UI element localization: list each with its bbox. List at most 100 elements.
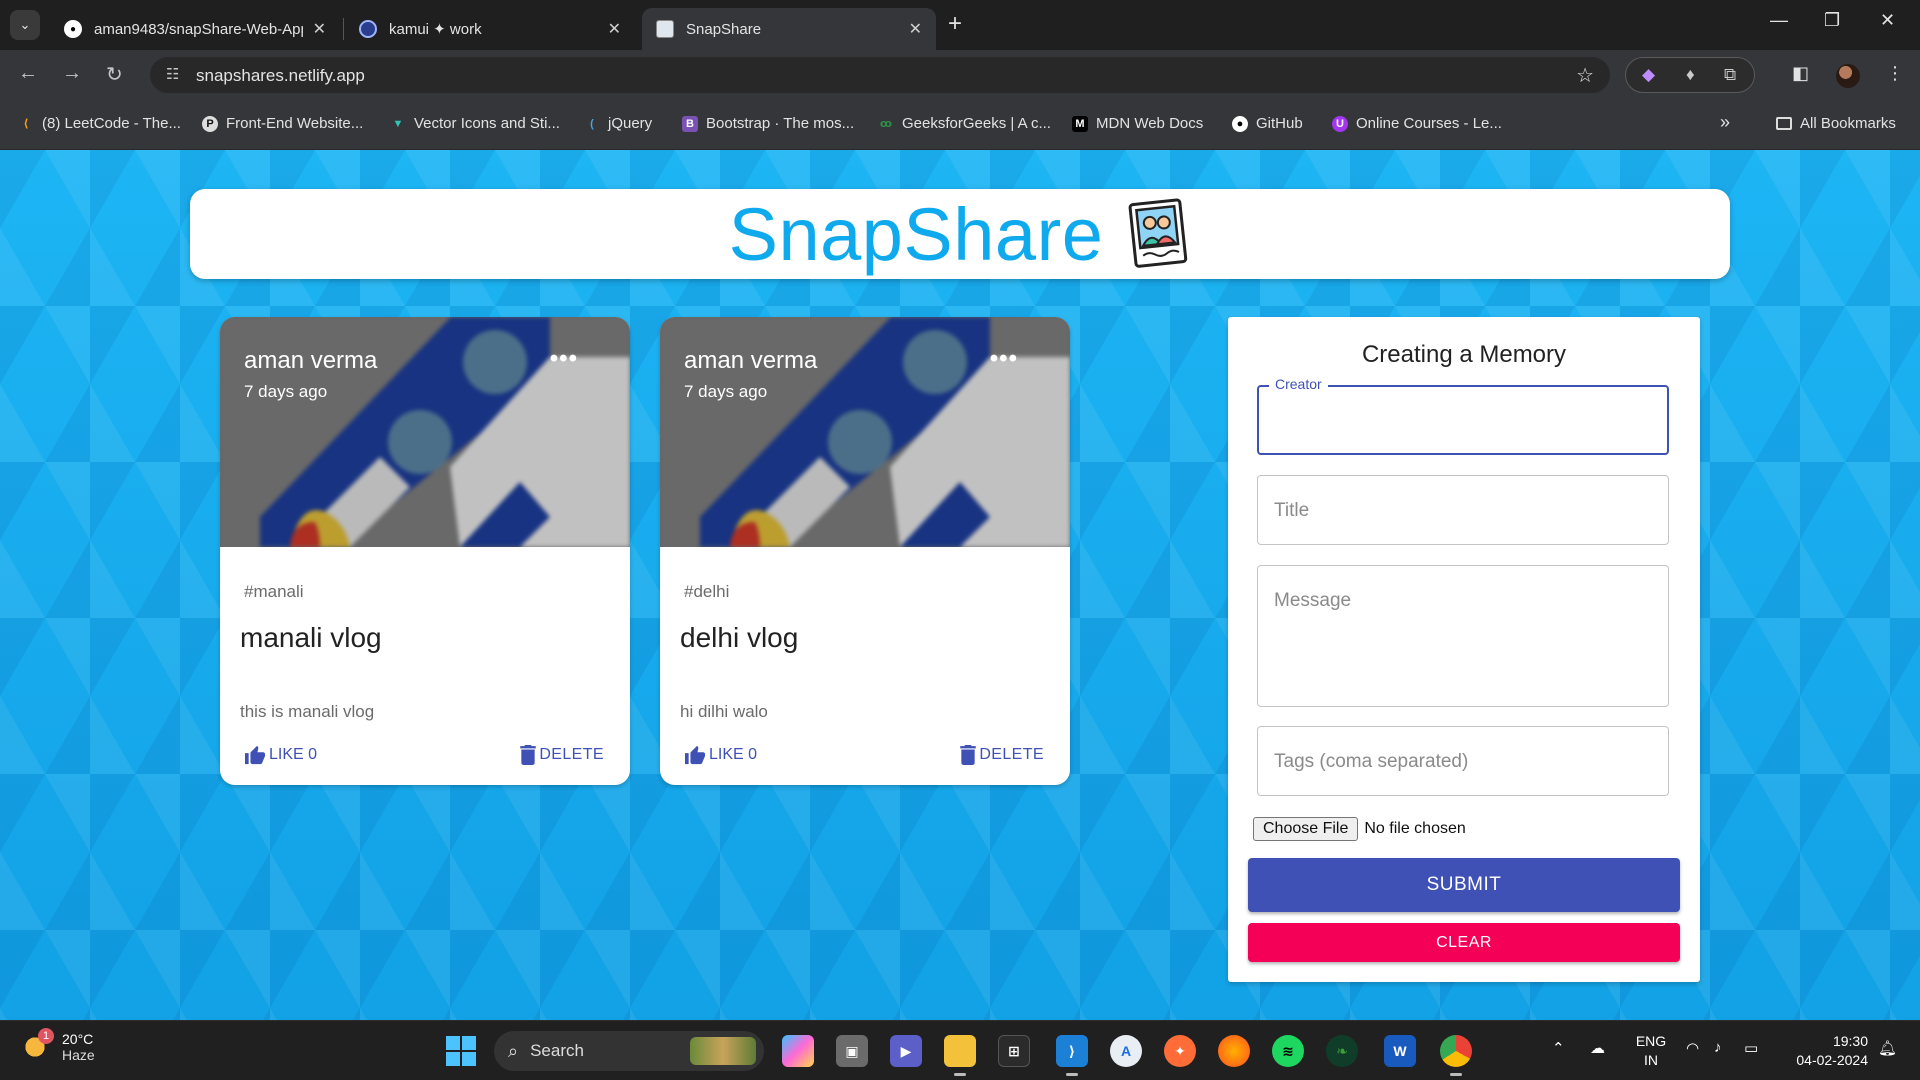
- bookmark-leetcode[interactable]: ⟨ (8) LeetCode - The...: [18, 115, 180, 132]
- thumb-up-icon: [685, 745, 705, 765]
- site-settings-icon[interactable]: ☷: [166, 65, 179, 83]
- extension-icon[interactable]: ♦: [1686, 65, 1695, 85]
- bookmark-bootstrap[interactable]: B Bootstrap · The mos...: [682, 115, 854, 132]
- minimize-icon[interactable]: —: [1770, 10, 1788, 31]
- taskbar-search[interactable]: ⌕ Search: [494, 1031, 764, 1071]
- clear-button[interactable]: CLEAR: [1248, 923, 1680, 962]
- photo-logo-icon: [1128, 198, 1188, 268]
- chrome-icon[interactable]: [1440, 1035, 1472, 1076]
- restore-icon[interactable]: ❐: [1824, 10, 1840, 31]
- like-button[interactable]: LIKE 0: [684, 745, 757, 765]
- volume-icon[interactable]: ♪: [1714, 1039, 1722, 1056]
- store-icon[interactable]: ⊞: [998, 1035, 1030, 1067]
- bookmark-mdn[interactable]: M MDN Web Docs: [1072, 115, 1203, 132]
- new-tab-button[interactable]: +: [948, 10, 962, 38]
- wifi-icon[interactable]: ◠: [1686, 1039, 1699, 1057]
- puzzle-icon[interactable]: ⧉: [1724, 65, 1736, 85]
- bookmark-vector-icons[interactable]: ▼ Vector Icons and Sti...: [390, 115, 560, 132]
- github-icon: ●: [1232, 115, 1248, 132]
- battery-icon[interactable]: ▭: [1744, 1039, 1758, 1057]
- creator-input[interactable]: Creator: [1257, 376, 1669, 455]
- close-window-icon[interactable]: ✕: [1880, 10, 1895, 31]
- avatar[interactable]: [1836, 64, 1860, 88]
- gfg-icon: ꝏ: [879, 118, 893, 130]
- close-icon[interactable]: ✕: [909, 19, 922, 39]
- more-options-icon[interactable]: •••: [990, 345, 1018, 373]
- weather-widget[interactable]: 1 20°C Haze: [20, 1028, 95, 1063]
- browser-tab-bar: ⌄ ● aman9483/snapShare-Web-App ✕ kamui ✦…: [0, 0, 1920, 50]
- thumb-up-icon: [245, 745, 265, 765]
- onedrive-icon[interactable]: ☁: [1590, 1039, 1605, 1057]
- bookmark-geeksforgeeks[interactable]: ꝏ GeeksforGeeks | A c...: [878, 115, 1051, 132]
- postman-icon[interactable]: ✦: [1164, 1035, 1196, 1067]
- bookmark-frontend[interactable]: P Front-End Website...: [202, 115, 363, 132]
- windows-start-icon[interactable]: [446, 1036, 476, 1066]
- page-viewport: SnapShare aman verma 7 days ago ••• #man…: [0, 150, 1920, 1020]
- like-button[interactable]: LIKE 0: [244, 745, 317, 765]
- app-a-icon[interactable]: A: [1110, 1035, 1142, 1067]
- task-view-icon[interactable]: ▣: [836, 1035, 868, 1067]
- app-header: SnapShare: [190, 189, 1730, 279]
- reload-icon[interactable]: ↻: [106, 62, 123, 87]
- system-clock[interactable]: 19:30 04-02-2024: [1788, 1032, 1868, 1070]
- bookmark-github[interactable]: ● GitHub: [1232, 115, 1303, 132]
- choose-file-button[interactable]: Choose File: [1253, 817, 1359, 841]
- tab-search-button[interactable]: ⌄: [10, 10, 40, 40]
- all-bookmarks-button[interactable]: All Bookmarks: [1776, 115, 1896, 132]
- bookmark-udemy[interactable]: U Online Courses - Le...: [1332, 115, 1502, 132]
- delete-button[interactable]: DELETE: [960, 745, 1044, 765]
- file-input: Choose File No file chosen: [1253, 817, 1466, 841]
- title-input[interactable]: Title: [1257, 475, 1669, 545]
- tab-kamui[interactable]: kamui ✦ work ✕: [345, 8, 635, 50]
- notifications-bell-icon[interactable]: 🔔︎: [1878, 1039, 1897, 1057]
- mdn-icon: M: [1072, 115, 1088, 132]
- search-icon: ⌕: [508, 1040, 519, 1061]
- bookmark-jquery[interactable]: (jQuery: [584, 115, 652, 132]
- url-text[interactable]: snapshares.netlify.app: [196, 66, 365, 86]
- more-options-icon[interactable]: •••: [550, 345, 578, 373]
- input-language[interactable]: ENG IN: [1634, 1032, 1668, 1070]
- post-title: delhi vlog: [680, 622, 799, 653]
- notification-badge: 1: [38, 1028, 54, 1044]
- memory-form: Creating a Memory Creator Title Message …: [1228, 317, 1700, 982]
- side-panel-icon[interactable]: ◧: [1792, 63, 1809, 84]
- submit-button[interactable]: SUBMIT: [1248, 858, 1680, 912]
- post-card: aman verma 7 days ago ••• #manali manali…: [220, 317, 630, 785]
- tray-chevron-icon[interactable]: ⌃: [1552, 1039, 1565, 1057]
- tab-snapshare[interactable]: SnapShare ✕: [642, 8, 936, 50]
- vector-icon: ▼: [392, 117, 404, 130]
- close-icon[interactable]: ✕: [608, 19, 621, 39]
- github-icon: ●: [64, 20, 82, 38]
- page-title: SnapShare: [728, 192, 1104, 276]
- firefox-icon[interactable]: [1218, 1035, 1250, 1067]
- extensions-group: ◆ ♦ ⧉: [1625, 57, 1755, 93]
- forward-icon[interactable]: →: [62, 62, 82, 85]
- spotify-icon[interactable]: ≋: [1272, 1035, 1304, 1067]
- bootstrap-icon: B: [682, 115, 698, 132]
- word-icon[interactable]: W: [1384, 1035, 1416, 1067]
- copilot-icon[interactable]: [782, 1035, 814, 1067]
- mongodb-icon[interactable]: ❧: [1326, 1035, 1358, 1067]
- tags-input[interactable]: Tags (coma separated): [1257, 726, 1669, 796]
- file-status: No file chosen: [1364, 820, 1466, 837]
- close-icon[interactable]: ✕: [313, 19, 326, 39]
- extension-icon[interactable]: ◆: [1642, 65, 1655, 85]
- post-time: 7 days ago: [244, 382, 328, 401]
- message-textarea[interactable]: Message: [1257, 565, 1669, 707]
- browser-toolbar: ← → ↻ ☷ snapshares.netlify.app ☆ ◆ ♦ ⧉ ◧…: [0, 50, 1920, 100]
- tab-github[interactable]: ● aman9483/snapShare-Web-App ✕: [50, 8, 340, 50]
- teams-icon[interactable]: ▶: [890, 1035, 922, 1067]
- file-explorer-icon[interactable]: [944, 1035, 976, 1076]
- delete-button[interactable]: DELETE: [520, 745, 604, 765]
- bookmarks-overflow-icon[interactable]: »: [1720, 112, 1730, 133]
- tab-separator: [343, 18, 344, 40]
- tab-title: SnapShare: [686, 20, 762, 38]
- bookmark-star-icon[interactable]: ☆: [1576, 63, 1594, 88]
- post-tags: #delhi: [684, 582, 730, 601]
- menu-icon[interactable]: ⋮: [1886, 63, 1904, 84]
- back-icon[interactable]: ←: [18, 62, 38, 85]
- vscode-icon[interactable]: ⟩: [1056, 1035, 1088, 1076]
- weather-desc: Haze: [62, 1047, 95, 1063]
- udemy-icon: U: [1332, 115, 1348, 132]
- address-bar[interactable]: ☷ snapshares.netlify.app ☆: [150, 57, 1610, 93]
